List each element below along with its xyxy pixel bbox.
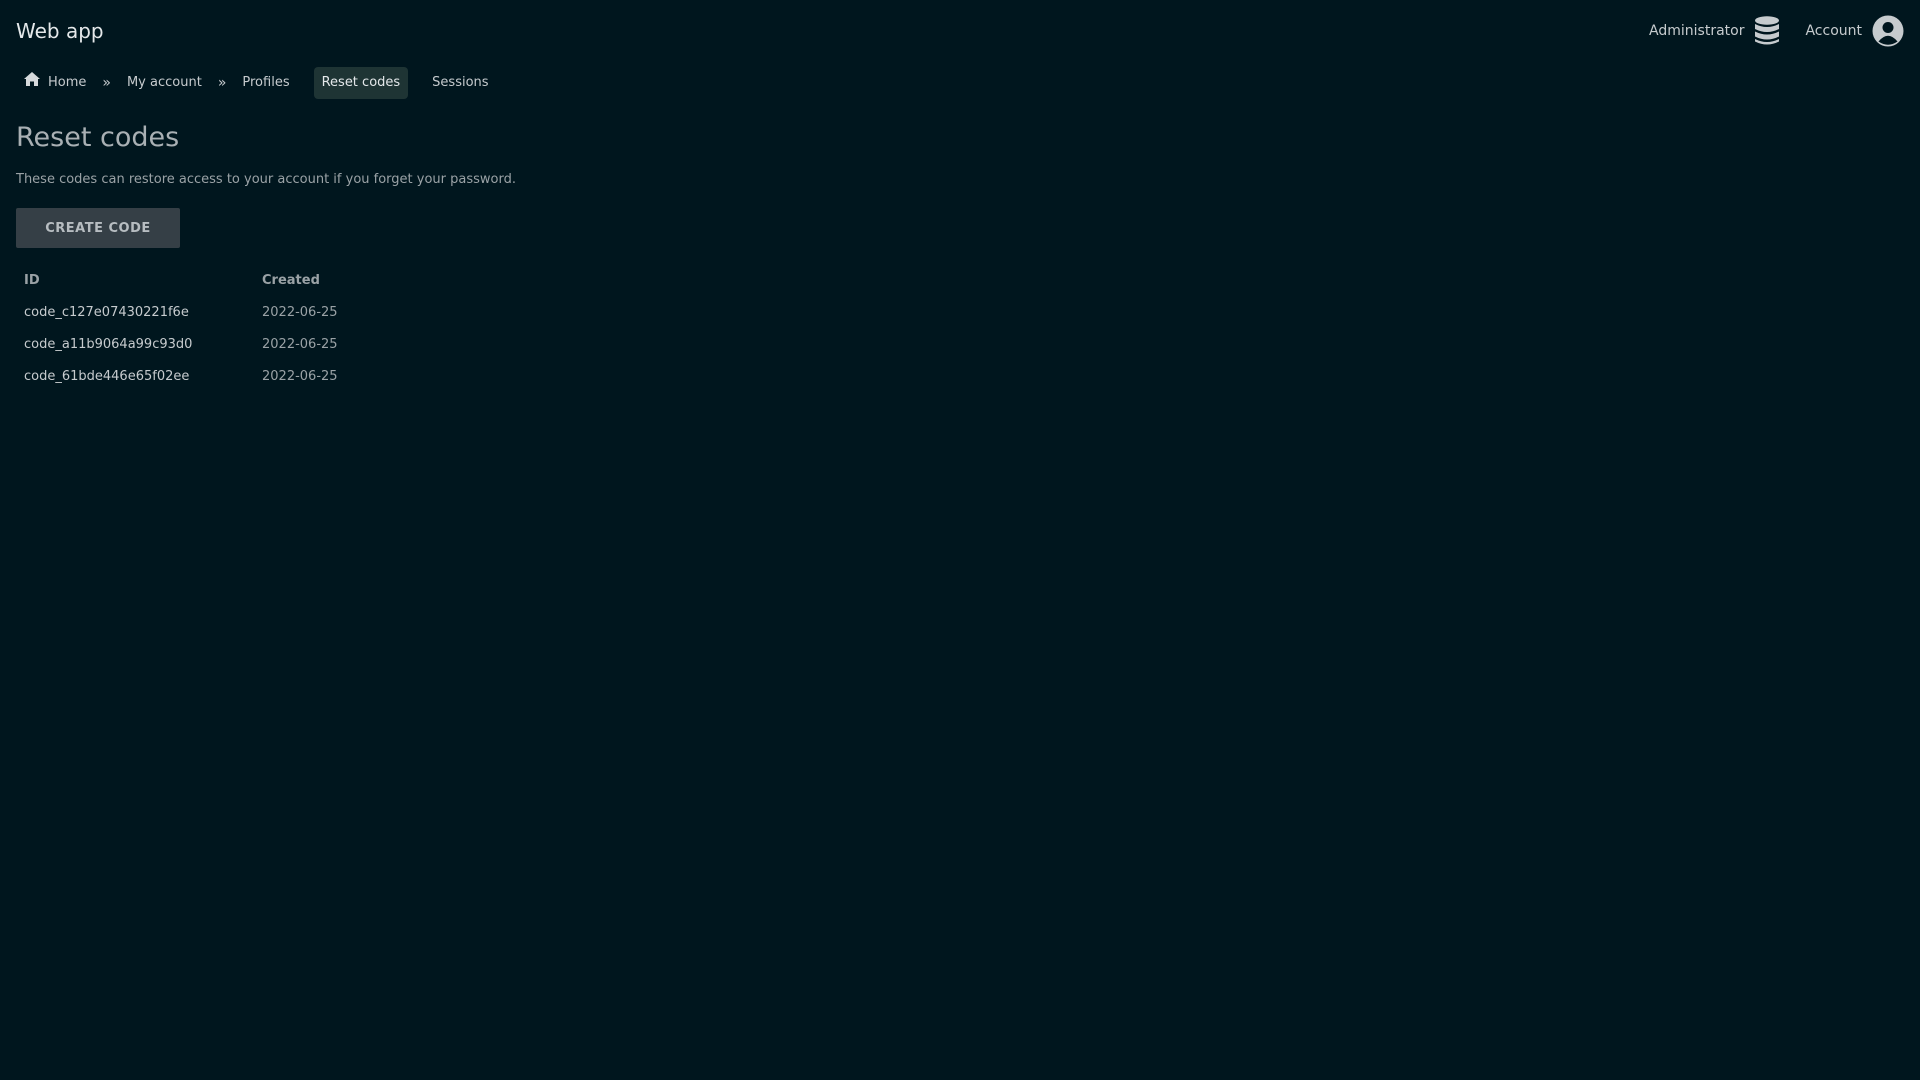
tab-profiles[interactable]: Profiles xyxy=(234,67,297,99)
reset-codes-table: ID Created code_c127e07430221f6e 2022-06… xyxy=(16,264,346,392)
tab-reset-codes[interactable]: Reset codes xyxy=(313,67,409,99)
user-circle-icon[interactable] xyxy=(1872,15,1904,47)
account-menu[interactable]: Account xyxy=(1805,15,1904,47)
account-label: Account xyxy=(1805,23,1862,39)
table-header-row: ID Created xyxy=(16,264,346,296)
table-row[interactable]: code_a11b9064a99c93d0 2022-06-25 xyxy=(16,328,346,360)
code-created-date: 2022-06-25 xyxy=(262,304,338,320)
database-icon[interactable] xyxy=(1754,16,1780,46)
home-icon xyxy=(24,67,40,99)
administrator-menu[interactable]: Administrator xyxy=(1649,16,1780,46)
code-created-date: 2022-06-25 xyxy=(262,336,338,352)
column-header-id[interactable]: ID xyxy=(16,264,254,296)
app-title[interactable]: Web app xyxy=(16,19,104,43)
top-bar: Web app Administrator Account xyxy=(0,0,1920,62)
column-header-created[interactable]: Created xyxy=(254,264,346,296)
breadcrumb-separator: » xyxy=(102,75,111,91)
code-created-date: 2022-06-25 xyxy=(262,368,338,384)
tab-sessions[interactable]: Sessions xyxy=(424,67,496,99)
code-id: code_a11b9064a99c93d0 xyxy=(24,336,193,352)
code-id: code_61bde446e65f02ee xyxy=(24,368,190,384)
administrator-label: Administrator xyxy=(1649,23,1745,39)
create-code-button[interactable]: CREATE CODE xyxy=(16,208,180,248)
table-row[interactable]: code_c127e07430221f6e 2022-06-25 xyxy=(16,296,346,328)
breadcrumb-separator: » xyxy=(217,75,227,91)
breadcrumb-home-label: Home xyxy=(48,75,87,90)
page-title: Reset codes xyxy=(16,122,180,153)
breadcrumb-home[interactable]: Home xyxy=(16,67,94,99)
page-description: These codes can restore access to your a… xyxy=(16,172,516,187)
table-row[interactable]: code_61bde446e65f02ee 2022-06-25 xyxy=(16,360,346,392)
breadcrumb-my-account[interactable]: My account xyxy=(119,67,210,99)
breadcrumb: Home » My account » Profiles Reset codes… xyxy=(16,67,497,99)
header-actions: Administrator Account xyxy=(1649,14,1904,48)
code-id: code_c127e07430221f6e xyxy=(24,304,189,320)
